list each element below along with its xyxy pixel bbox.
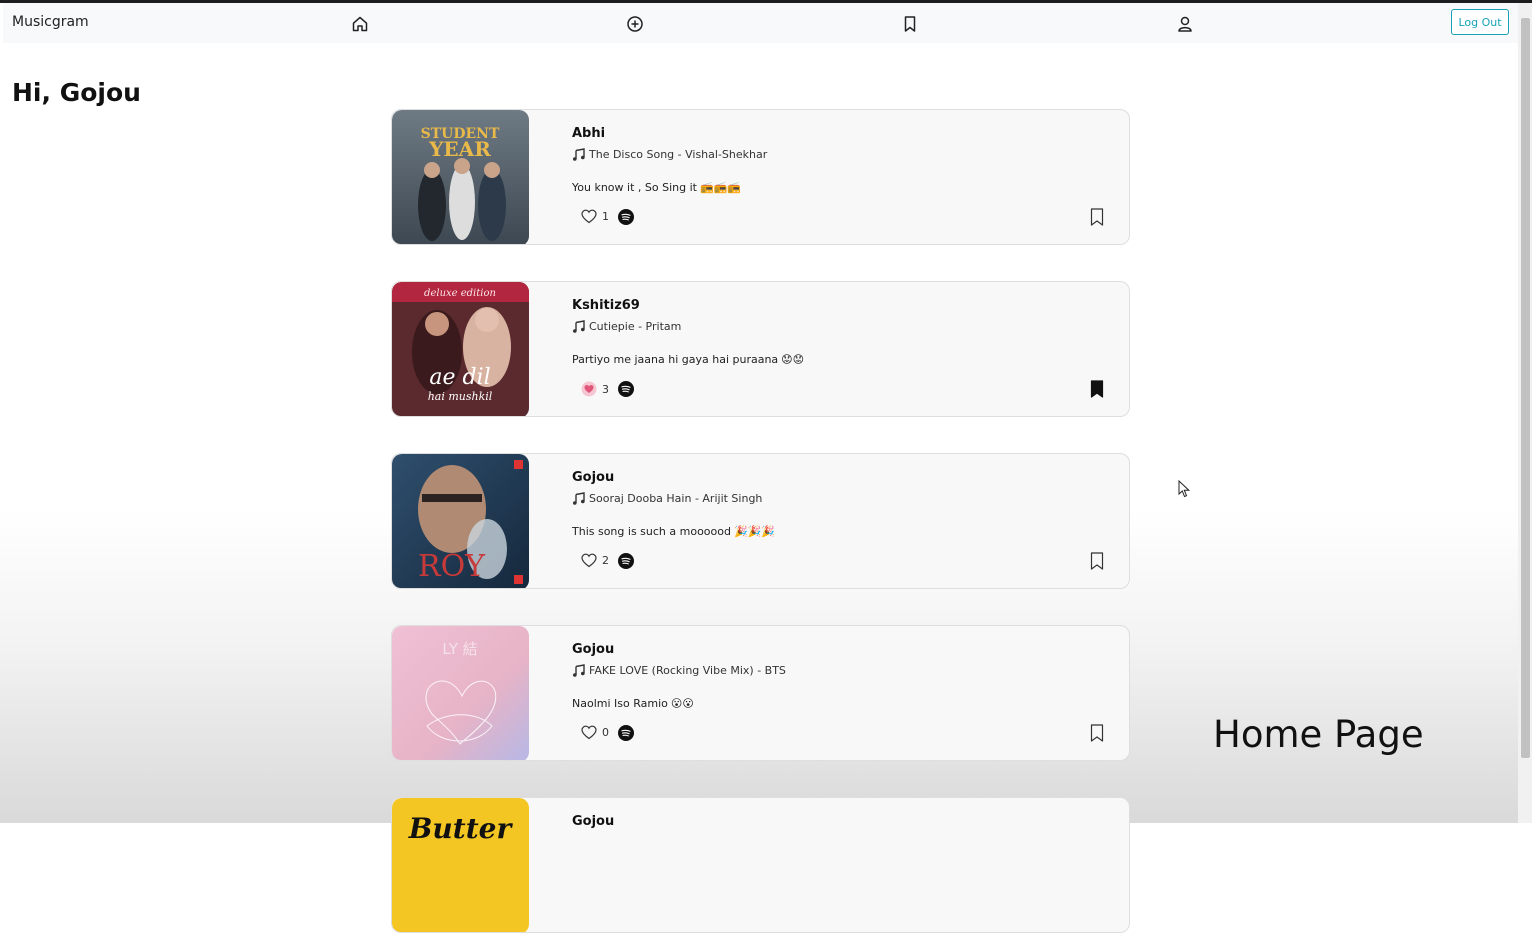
heart-icon[interactable] xyxy=(581,209,597,224)
like-control[interactable]: 1 xyxy=(581,209,609,224)
post-song-title: The Disco Song - Vishal-Shekhar xyxy=(589,148,768,161)
svg-text:ae dil: ae dil xyxy=(429,365,490,390)
spotify-icon[interactable] xyxy=(618,209,634,225)
post-caption-emoji: 🎉🎉🎉 xyxy=(733,525,776,538)
post-caption-text: You know it , So Sing it xyxy=(572,181,697,194)
heart-icon[interactable] xyxy=(581,725,597,740)
scrollbar-thumb[interactable] xyxy=(1521,18,1530,758)
post-caption: This song is such a moooood 🎉🎉🎉 xyxy=(572,525,775,538)
profile-icon[interactable] xyxy=(1176,15,1194,33)
post-username[interactable]: Gojou xyxy=(572,642,614,657)
post-card: LY 結 Gojou FAKE LOVE (Rocking Vibe Mix) … xyxy=(391,625,1130,761)
post-caption: Partiyo me jaana hi gaya hai puraana 😟😟 xyxy=(572,353,804,366)
like-count: 2 xyxy=(602,554,609,567)
svg-text:ROY: ROY xyxy=(418,549,486,584)
like-control[interactable]: 2 xyxy=(581,553,609,568)
like-control[interactable]: 0 xyxy=(581,725,609,740)
post-caption-emoji: 😟😟 xyxy=(781,353,805,366)
post-song: FAKE LOVE (Rocking Vibe Mix) - BTS xyxy=(572,664,786,677)
bookmarks-icon[interactable] xyxy=(901,15,919,33)
bookmark-icon[interactable] xyxy=(1090,208,1104,226)
spotify-icon[interactable] xyxy=(618,553,634,569)
like-count: 1 xyxy=(602,210,609,223)
svg-text:Butter: Butter xyxy=(408,812,514,845)
heart-icon[interactable] xyxy=(581,553,597,568)
bookmark-icon[interactable] xyxy=(1090,552,1104,570)
mouse-cursor-icon xyxy=(1178,480,1190,498)
post-card: deluxe edition ae dil hai mushkil Kshiti… xyxy=(391,281,1130,417)
video-caption-overlay: Home Page xyxy=(1213,713,1424,756)
post-caption-text: Naolmi Iso Ramio xyxy=(572,697,668,710)
music-note-icon xyxy=(573,492,585,505)
post-song: The Disco Song - Vishal-Shekhar xyxy=(572,148,767,161)
svg-text:LY 結: LY 結 xyxy=(442,640,477,658)
post-username[interactable]: Gojou xyxy=(572,814,614,829)
music-note-icon xyxy=(573,664,585,677)
post-caption: You know it , So Sing it 📻📻📻 xyxy=(572,181,741,194)
heart-filled-icon[interactable] xyxy=(581,381,597,397)
post-song: Sooraj Dooba Hain - Arijit Singh xyxy=(572,492,762,505)
home-icon[interactable] xyxy=(351,15,369,33)
post-username[interactable]: Kshitiz69 xyxy=(572,298,640,313)
music-note-icon xyxy=(573,320,585,333)
post-card: Butter Gojou xyxy=(391,797,1130,933)
page-greeting: Hi, Gojou xyxy=(12,78,141,107)
post-caption-text: This song is such a moooood xyxy=(572,525,731,538)
music-note-icon xyxy=(573,148,585,161)
post-song-title: FAKE LOVE (Rocking Vibe Mix) - BTS xyxy=(589,664,786,677)
logout-button[interactable]: Log Out xyxy=(1451,9,1509,35)
navbar: Musicgram Log Out xyxy=(3,3,1518,43)
svg-text:YEAR: YEAR xyxy=(428,137,491,161)
svg-text:hai mushkil: hai mushkil xyxy=(428,390,493,403)
post-card: STUDENT YEAR Abhi The Disco Song - Visha… xyxy=(391,109,1130,245)
brand-logo[interactable]: Musicgram xyxy=(12,14,89,30)
like-count: 3 xyxy=(602,382,609,396)
spotify-icon[interactable] xyxy=(618,381,634,397)
add-post-icon[interactable] xyxy=(626,15,644,33)
album-cover: LY 結 xyxy=(392,626,529,760)
post-song-title: Cutiepie - Pritam xyxy=(589,320,682,333)
like-count: 0 xyxy=(602,726,609,739)
post-card: ROY Gojou Sooraj Dooba Hain - Arijit Sin… xyxy=(391,453,1130,589)
svg-text:deluxe edition: deluxe edition xyxy=(424,288,496,299)
post-song: Cutiepie - Pritam xyxy=(572,320,681,333)
post-caption-text: Partiyo me jaana hi gaya hai puraana xyxy=(572,353,779,366)
album-cover: deluxe edition ae dil hai mushkil xyxy=(392,282,529,416)
post-username[interactable]: Abhi xyxy=(572,126,605,141)
like-control[interactable]: 3 xyxy=(581,381,609,397)
post-caption: Naolmi Iso Ramio 😮😮 xyxy=(572,697,694,710)
bookmark-filled-icon[interactable] xyxy=(1090,380,1104,398)
spotify-icon[interactable] xyxy=(618,725,634,741)
album-cover: STUDENT YEAR xyxy=(392,110,529,244)
post-caption-emoji: 😮😮 xyxy=(670,697,694,710)
album-cover: Butter xyxy=(392,798,529,932)
post-song-title: Sooraj Dooba Hain - Arijit Singh xyxy=(589,492,763,505)
post-username[interactable]: Gojou xyxy=(572,470,614,485)
bookmark-icon[interactable] xyxy=(1090,724,1104,742)
post-caption-emoji: 📻📻📻 xyxy=(699,181,742,194)
album-cover: ROY xyxy=(392,454,529,588)
